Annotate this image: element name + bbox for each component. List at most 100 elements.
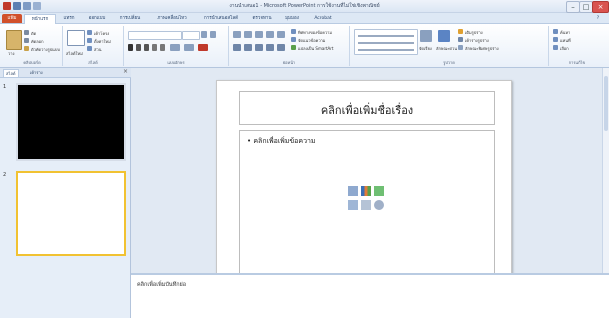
picture-icon[interactable] [348, 200, 358, 210]
arrange-button[interactable]: จัดเรียง [419, 45, 432, 52]
shape-effects-button[interactable]: ลักษณะพิเศษรูปร่าง [465, 45, 499, 52]
shadow-icon[interactable] [160, 44, 165, 51]
align-text-icon[interactable] [291, 37, 296, 42]
tab-view[interactable]: มุมมอง [279, 14, 305, 23]
font-name-select[interactable] [128, 31, 182, 40]
shape-fill-icon[interactable] [458, 29, 463, 34]
copy-icon[interactable] [24, 38, 29, 43]
quick-styles-icon[interactable] [438, 30, 450, 42]
tab-home[interactable]: หน้าแรก [24, 14, 56, 24]
title-placeholder[interactable]: คลิกเพื่อเพิ่มชื่อเรื่อง [239, 91, 495, 125]
convert-smartart-button[interactable]: แปลงเป็น SmartArt [298, 45, 333, 52]
vertical-scrollbar[interactable] [602, 68, 609, 273]
content-placeholder[interactable]: • คลิกเพื่อเพิ่มข้อความ [239, 130, 495, 274]
format-painter-button[interactable]: ตัวคัดวางรูปแบบ [31, 46, 60, 53]
paste-icon[interactable] [6, 30, 22, 50]
drawing-group-label: รูปวาด [443, 60, 455, 65]
shape-outline-icon[interactable] [458, 37, 463, 42]
chart-icon[interactable] [361, 186, 371, 196]
tab-outline[interactable]: เค้าร่าง [28, 69, 45, 76]
smartart-icon[interactable] [291, 45, 296, 50]
tab-file[interactable]: แฟ้ม [2, 14, 22, 23]
tab-animations[interactable]: ภาพเคลื่อนไหว [150, 14, 194, 23]
cut-icon[interactable] [24, 30, 29, 35]
line-spacing-icon[interactable] [277, 31, 285, 38]
pane-tabs: สไลด์ เค้าร่าง × [0, 68, 131, 78]
text-direction-icon[interactable] [291, 29, 296, 34]
smartart-icon[interactable] [374, 186, 384, 196]
reset-button[interactable]: ตั้งค่าใหม่ [94, 38, 111, 45]
shape-outline-button[interactable]: เค้าร่างรูปร่าง [465, 37, 489, 44]
font-color-icon[interactable] [198, 44, 208, 51]
select-button[interactable]: เลือก [560, 45, 569, 52]
help-icon[interactable]: ? [592, 14, 604, 23]
bold-icon[interactable] [128, 44, 133, 51]
align-text-button[interactable]: จัดแนวข้อความ [298, 37, 325, 44]
change-case-icon[interactable] [184, 44, 194, 51]
find-button[interactable]: ค้นหา [560, 29, 570, 36]
minimize-button[interactable]: – [566, 1, 580, 13]
decrease-indent-icon[interactable] [255, 31, 263, 38]
clipart-icon[interactable] [361, 200, 371, 210]
find-icon[interactable] [553, 29, 558, 34]
new-slide-icon[interactable] [67, 30, 85, 46]
align-right-icon[interactable] [255, 44, 263, 51]
font-size-select[interactable] [182, 31, 200, 40]
tab-design[interactable]: ออกแบบ [83, 14, 111, 23]
tab-insert[interactable]: แทรก [57, 14, 81, 23]
format-painter-icon[interactable] [24, 46, 29, 51]
close-button[interactable]: × [592, 1, 609, 13]
maximize-button[interactable]: □ [579, 1, 593, 13]
tab-slideshow[interactable]: การนำเสนอสไลด์ [197, 14, 245, 23]
table-icon[interactable] [348, 186, 358, 196]
shapes-gallery[interactable] [354, 29, 418, 55]
slide-canvas[interactable]: คลิกเพื่อเพิ่มชื่อเรื่อง • คลิกเพื่อเพิ่… [216, 80, 512, 277]
clipboard-group: วาง ตัด คัดลอก ตัวคัดวางรูปแบบ คลิปบอร์ด [2, 26, 63, 66]
new-slide-button[interactable]: สไลด์ใหม่ [66, 50, 83, 57]
slides-group-label: สไลด์ [88, 60, 98, 65]
layout-button[interactable]: เค้าโครง [94, 30, 109, 37]
close-pane-icon[interactable]: × [123, 68, 128, 75]
cut-button[interactable]: ตัด [31, 30, 36, 37]
slide-thumbnail-2[interactable] [16, 171, 126, 256]
layout-icon[interactable] [87, 30, 92, 35]
section-icon[interactable] [87, 46, 92, 51]
paragraph-group: ทิศทางของข้อความ จัดแนวข้อความ แปลงเป็น … [229, 26, 350, 66]
shrink-font-icon[interactable] [210, 31, 216, 38]
insert-content-icons [348, 186, 386, 216]
spacing-icon[interactable] [170, 44, 180, 51]
arrange-icon[interactable] [420, 30, 432, 42]
tab-review[interactable]: ตรวจทาน [248, 14, 276, 23]
strikethrough-icon[interactable] [152, 44, 157, 51]
reset-icon[interactable] [87, 38, 92, 43]
grow-font-icon[interactable] [201, 31, 207, 38]
replace-button[interactable]: แทนที่ [560, 37, 571, 44]
shapes-row-icon [358, 49, 414, 51]
justify-icon[interactable] [266, 44, 274, 51]
numbering-icon[interactable] [244, 31, 252, 38]
text-direction-button[interactable]: ทิศทางของข้อความ [298, 29, 332, 36]
slide-thumbnail-1[interactable] [16, 83, 126, 161]
notes-pane[interactable]: คลิกเพื่อเพิ่มบันทึกย่อ [131, 273, 609, 318]
tab-acrobat[interactable]: Acrobat [308, 14, 338, 23]
increase-indent-icon[interactable] [266, 31, 274, 38]
align-center-icon[interactable] [244, 44, 252, 51]
paragraph-group-label: ย่อหน้า [282, 60, 296, 65]
select-icon[interactable] [553, 45, 558, 50]
columns-icon[interactable] [277, 44, 285, 51]
replace-icon[interactable] [553, 37, 558, 42]
tab-transitions[interactable]: การเปลี่ยน [113, 14, 147, 23]
underline-icon[interactable] [144, 44, 149, 51]
quick-styles-button[interactable]: ลักษณะด่วน [436, 45, 457, 52]
italic-icon[interactable] [136, 44, 141, 51]
paste-button[interactable]: วาง [8, 50, 14, 57]
section-button[interactable]: ส่วน [94, 46, 101, 53]
copy-button[interactable]: คัดลอก [31, 38, 44, 45]
shape-fill-button[interactable]: เติมรูปร่าง [465, 29, 483, 36]
shape-effects-icon[interactable] [458, 45, 463, 50]
align-left-icon[interactable] [233, 44, 241, 51]
bullets-icon[interactable] [233, 31, 241, 38]
scrollbar-thumb[interactable] [604, 76, 608, 131]
tab-slides[interactable]: สไลด์ [3, 69, 19, 78]
media-icon[interactable] [374, 200, 384, 210]
